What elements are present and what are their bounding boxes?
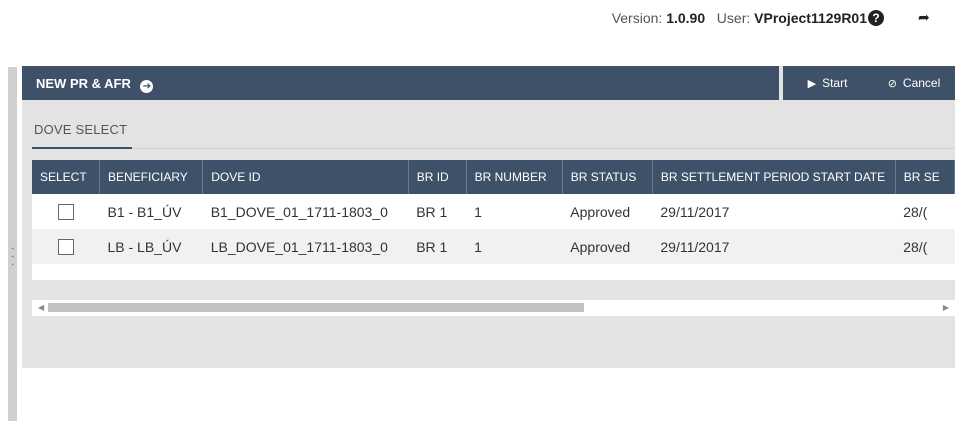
- column-header-br-id[interactable]: BR ID: [408, 160, 467, 194]
- version-value: 1.0.90: [666, 10, 706, 26]
- user-value: VProject1129R01: [754, 10, 867, 26]
- br-number-cell: 1: [466, 194, 563, 229]
- version-label: Version:: [611, 10, 663, 26]
- dove-table: SELECT BENEFICIARY DOVE ID BR ID BR NUMB…: [32, 160, 955, 280]
- table-row[interactable]: LB - LB_ÚV LB_DOVE_01_1711-1803_0 BR 1 1…: [32, 229, 955, 264]
- start-button[interactable]: ▶ Start: [790, 66, 865, 100]
- main-panel: NEW PR & AFR ➔ ▶ Start ⊘ Cancel DOVE SEL…: [22, 66, 955, 368]
- column-header-br-number[interactable]: BR NUMBER: [466, 160, 563, 194]
- drag-handle-icon[interactable]: · · ·: [11, 244, 14, 271]
- tab-active-indicator: [32, 147, 132, 149]
- table-row[interactable]: B1 - B1_ÚV B1_DOVE_01_1711-1803_0 BR 1 1…: [32, 194, 955, 229]
- br-id-cell: BR 1: [408, 229, 467, 264]
- start-date-cell: 29/11/2017: [652, 194, 896, 229]
- select-cell: [32, 194, 100, 229]
- table-header-row: SELECT BENEFICIARY DOVE ID BR ID BR NUMB…: [32, 160, 955, 194]
- scroll-left-arrow-icon[interactable]: ◀: [38, 303, 44, 312]
- panel-title: NEW PR & AFR ➔: [36, 76, 154, 93]
- br-id-cell: BR 1: [408, 194, 467, 229]
- header-separator: [779, 66, 783, 100]
- tab-divider: [32, 148, 955, 149]
- br-status-cell: Approved: [562, 229, 653, 264]
- version-user-info: Version: 1.0.90 User: VProject1129R01: [612, 10, 867, 26]
- top-bar: Version: 1.0.90 User: VProject1129R01 ? …: [0, 0, 955, 40]
- dove-id-cell: LB_DOVE_01_1711-1803_0: [202, 229, 409, 264]
- scrollbar-thumb[interactable]: [48, 303, 584, 312]
- row-checkbox[interactable]: [57, 204, 74, 221]
- column-header-br-settlement-start[interactable]: BR SETTLEMENT PERIOD START DATE: [652, 160, 896, 194]
- user-label: User:: [716, 10, 751, 26]
- column-header-select[interactable]: SELECT: [32, 160, 100, 194]
- beneficiary-cell: B1 - B1_ÚV: [99, 194, 203, 229]
- panel-title-text: NEW PR & AFR: [36, 76, 131, 91]
- row-checkbox[interactable]: [57, 239, 74, 256]
- column-header-br-settlement-end[interactable]: BR SE: [895, 160, 955, 194]
- arrow-right-circle-icon: ➔: [140, 80, 154, 93]
- column-header-beneficiary[interactable]: BENEFICIARY: [99, 160, 204, 194]
- column-header-br-status[interactable]: BR STATUS: [562, 160, 653, 194]
- end-date-cell: 28/(: [895, 229, 955, 264]
- select-cell: [32, 229, 100, 264]
- start-date-cell: 29/11/2017: [652, 229, 896, 264]
- start-button-label: Start: [822, 76, 848, 90]
- cancel-button[interactable]: ⊘ Cancel: [873, 66, 955, 100]
- br-number-cell: 1: [466, 229, 563, 264]
- help-icon[interactable]: ?: [868, 10, 884, 26]
- play-icon: ▶: [807, 77, 817, 90]
- beneficiary-cell: LB - LB_ÚV: [99, 229, 203, 264]
- br-status-cell: Approved: [562, 194, 653, 229]
- scroll-right-arrow-icon[interactable]: ▶: [943, 303, 949, 312]
- horizontal-scrollbar[interactable]: ◀ ▶: [32, 300, 955, 316]
- left-splitter[interactable]: · · ·: [8, 67, 17, 421]
- dove-id-cell: B1_DOVE_01_1711-1803_0: [202, 194, 409, 229]
- end-date-cell: 28/(: [895, 194, 955, 229]
- tab-dove-select[interactable]: DOVE SELECT: [34, 122, 127, 137]
- column-header-dove-id[interactable]: DOVE ID: [202, 160, 409, 194]
- cancel-icon: ⊘: [887, 77, 897, 90]
- logout-icon[interactable]: ➦: [918, 9, 934, 25]
- cancel-button-label: Cancel: [902, 76, 941, 90]
